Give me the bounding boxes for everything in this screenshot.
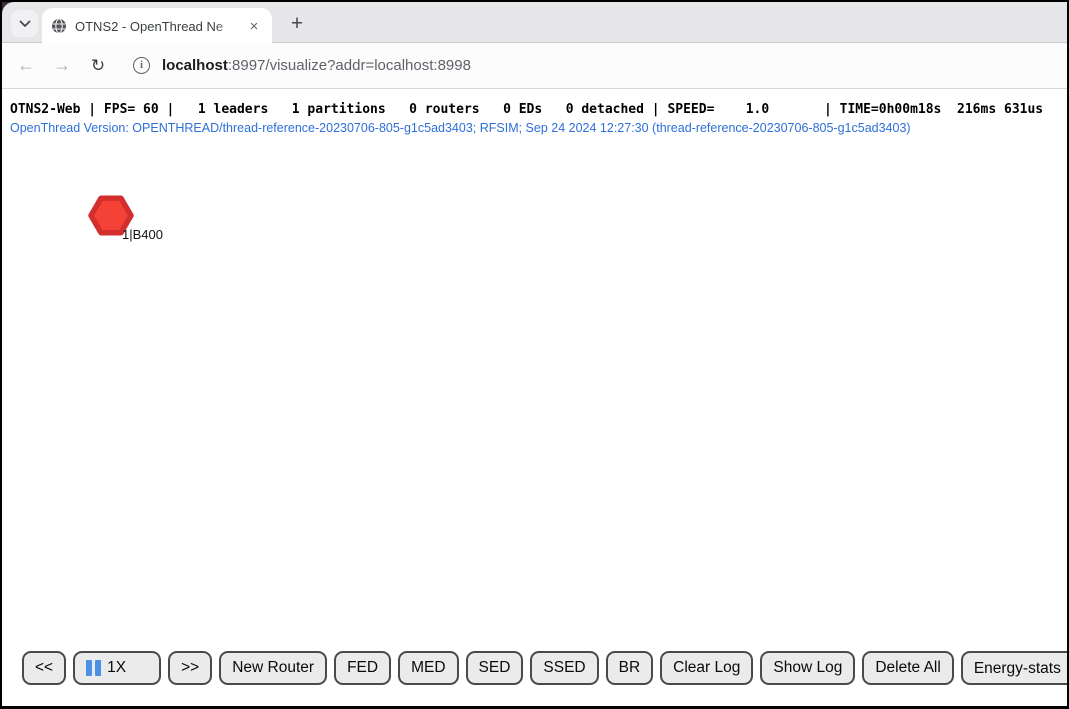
browser-window: OTNS2 - OpenThread Ne × + ← → ↻ i localh… — [2, 2, 1067, 706]
url-host: localhost — [162, 57, 228, 74]
simulator-canvas: OTNS2-Web | FPS= 60 | 1 leaders 1 partit… — [2, 89, 1067, 706]
show-log-button[interactable]: Show Log — [760, 651, 855, 685]
globe-favicon-icon — [51, 18, 67, 34]
address-bar[interactable]: i localhost:8997/visualize?addr=localhos… — [127, 49, 1067, 83]
address-toolbar: ← → ↻ i localhost:8997/visualize?addr=lo… — [2, 43, 1067, 89]
url-text[interactable]: localhost:8997/visualize?addr=localhost:… — [162, 57, 471, 74]
chevron-down-icon — [19, 15, 31, 33]
page-info-icon[interactable]: i — [133, 57, 150, 74]
tab-title: OTNS2 - OpenThread Ne — [75, 19, 245, 34]
speed-decrease-button[interactable]: << — [22, 651, 66, 685]
back-icon[interactable]: ← — [13, 53, 39, 79]
tab-close-icon[interactable]: × — [245, 17, 263, 35]
clear-log-button[interactable]: Clear Log — [660, 651, 753, 685]
add-med-button[interactable]: MED — [398, 651, 458, 685]
new-tab-button[interactable]: + — [284, 11, 310, 37]
pause-speed-button[interactable]: 1X — [73, 651, 161, 685]
speed-increase-button[interactable]: >> — [168, 651, 212, 685]
tab-search-button[interactable] — [11, 10, 38, 37]
add-fed-button[interactable]: FED — [334, 651, 391, 685]
energy-stats-button[interactable]: Energy-stats ↗ — [961, 651, 1067, 685]
add-ssed-button[interactable]: SSED — [530, 651, 598, 685]
add-sed-button[interactable]: SED — [466, 651, 524, 685]
tab-bar: OTNS2 - OpenThread Ne × + — [2, 2, 1067, 43]
speed-value: 1X — [107, 659, 126, 677]
url-path: :8997/visualize?addr=localhost:8998 — [228, 57, 471, 74]
add-br-button[interactable]: BR — [606, 651, 654, 685]
node-label: 1|B400 — [122, 227, 163, 242]
simulator-status-line: OTNS2-Web | FPS= 60 | 1 leaders 1 partit… — [10, 102, 1043, 117]
simulator-action-bar: << 1X >> New Router FED MED SED SSED BR … — [22, 651, 1067, 685]
openthread-version-line: OpenThread Version: OPENTHREAD/thread-re… — [10, 121, 911, 135]
node-leader[interactable]: 1|B400 — [88, 194, 134, 238]
pause-icon — [86, 660, 101, 676]
delete-all-button[interactable]: Delete All — [862, 651, 953, 685]
browser-tab-active[interactable]: OTNS2 - OpenThread Ne × — [42, 8, 272, 44]
forward-icon[interactable]: → — [49, 53, 75, 79]
new-router-button[interactable]: New Router — [219, 651, 327, 685]
reload-icon[interactable]: ↻ — [85, 53, 111, 79]
